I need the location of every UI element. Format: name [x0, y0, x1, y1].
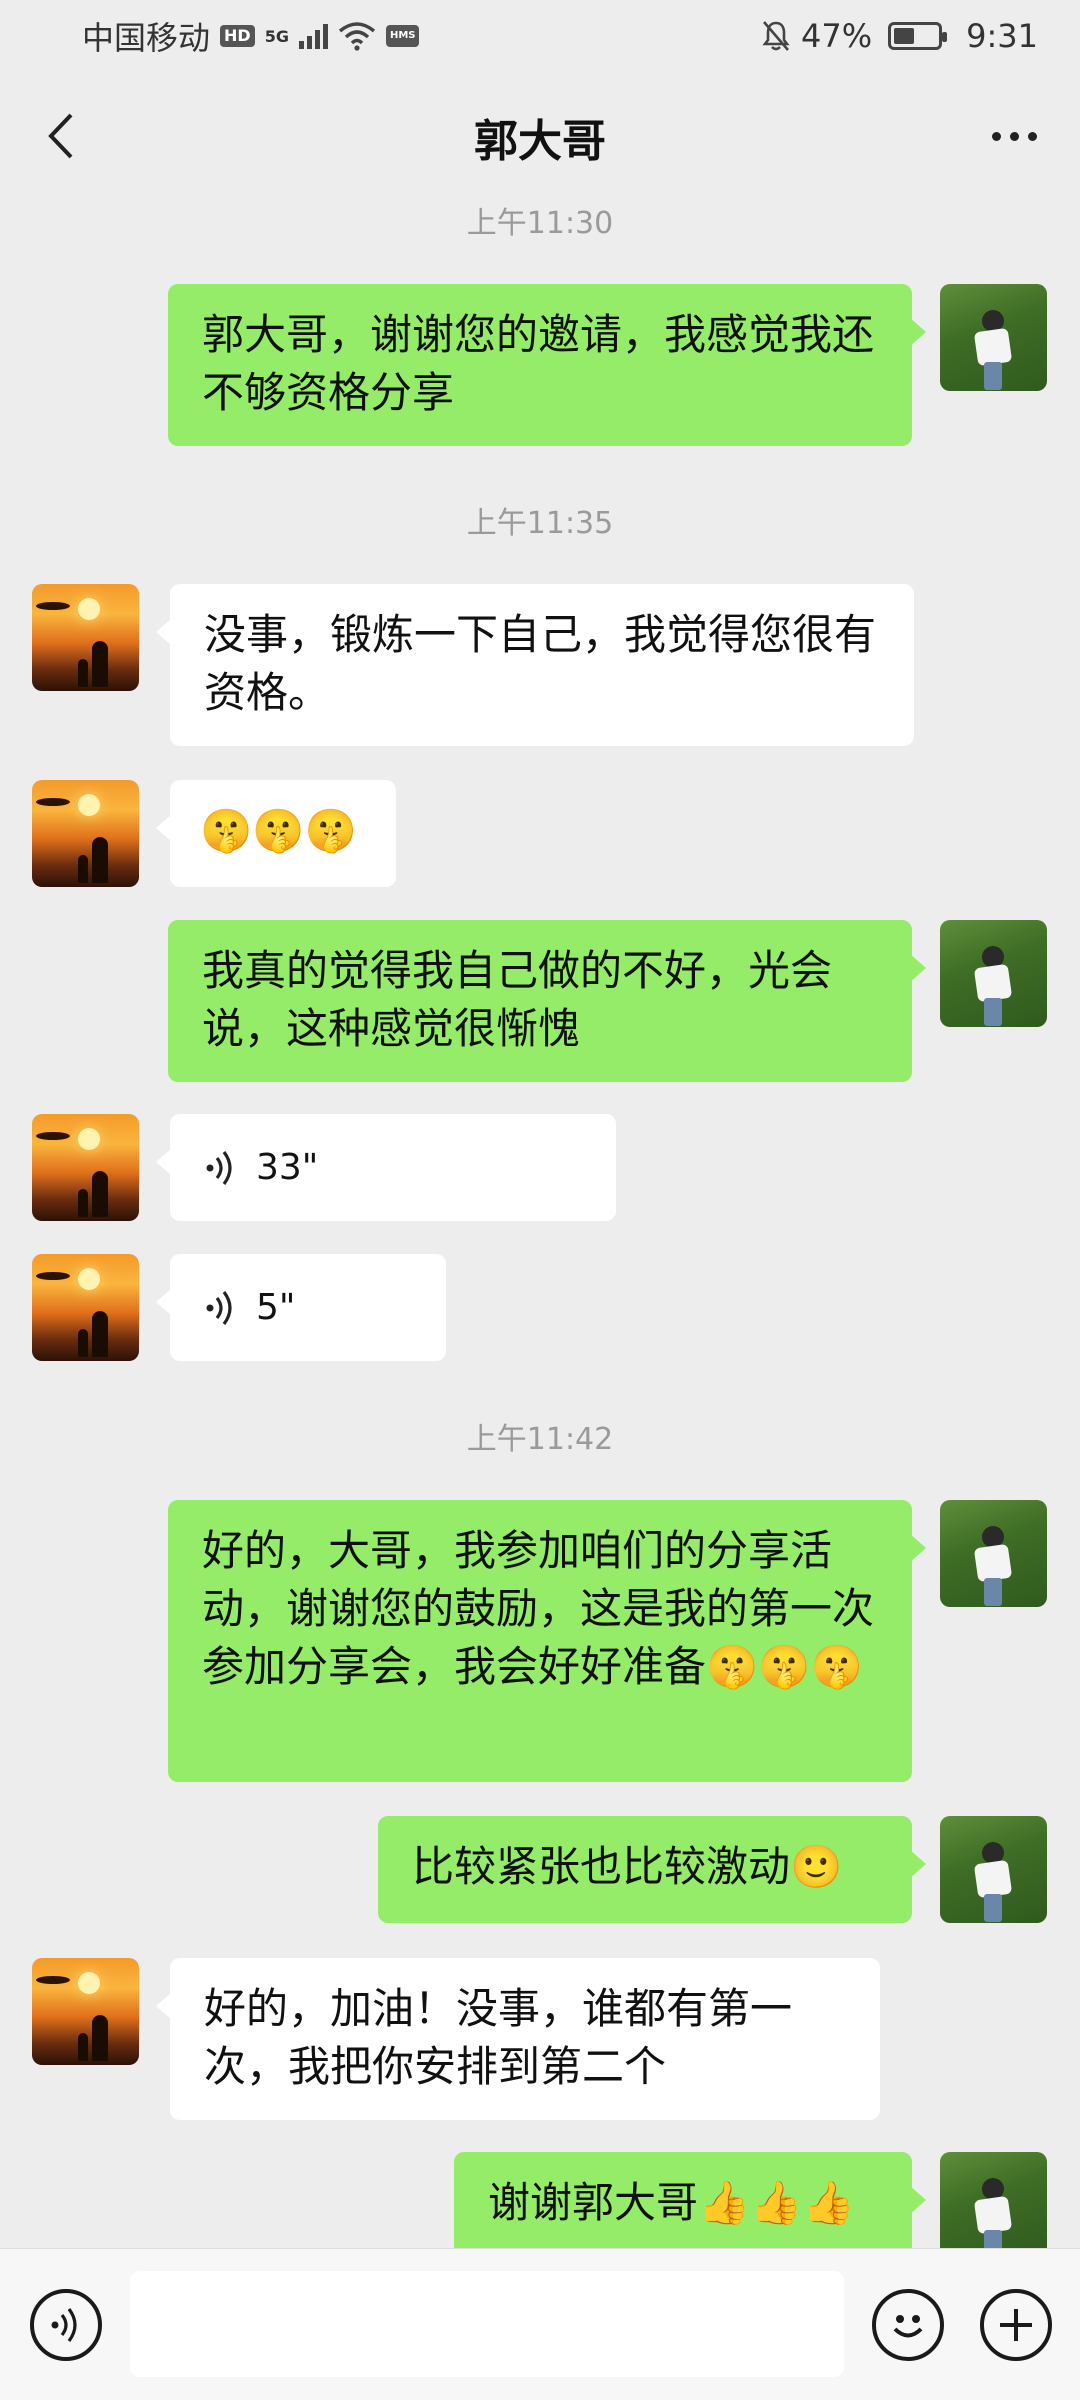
more-dot-icon	[1009, 131, 1019, 141]
more-functions-button[interactable]	[980, 2289, 1052, 2361]
voice-input-button[interactable]	[30, 2289, 102, 2361]
status-right: 47% 9:31	[761, 17, 1038, 55]
battery-icon	[888, 22, 948, 50]
hms-badge: HMS	[385, 25, 420, 47]
plus-icon	[1000, 2309, 1032, 2341]
chevron-left-icon	[48, 113, 73, 159]
status-left: 中国移动 HD 5G HMS	[82, 13, 420, 59]
voice-message[interactable]: 33"	[156, 1114, 616, 1221]
contact-avatar[interactable]	[32, 780, 139, 887]
contact-avatar[interactable]	[32, 1254, 139, 1361]
my-avatar[interactable]	[940, 920, 1047, 1027]
wifi-icon	[338, 22, 376, 51]
carrier-label: 中国移动	[82, 19, 211, 57]
timestamp: 上午11:30	[466, 206, 614, 241]
clock: 9:31	[966, 17, 1038, 55]
timestamp: 上午11:35	[466, 506, 614, 541]
voice-wave-icon	[51, 2308, 77, 2342]
back-button[interactable]	[30, 106, 90, 166]
contact-avatar[interactable]	[32, 1114, 139, 1221]
mute-bell-icon	[762, 21, 790, 51]
message-bubble-sent[interactable]: 谢谢郭大哥👍👍👍	[454, 2152, 926, 2248]
message-bubble-received[interactable]: 🤫🤫🤫	[156, 780, 396, 887]
more-options-button[interactable]	[974, 106, 1054, 166]
emoji-button[interactable]	[872, 2289, 944, 2361]
message-bubble-sent[interactable]: 比较紧张也比较激动🙂	[378, 1816, 926, 1923]
voice-duration: 33"	[256, 1146, 319, 1188]
chat-title: 郭大哥	[474, 116, 606, 167]
my-avatar[interactable]	[940, 284, 1047, 391]
message-input[interactable]	[130, 2271, 844, 2377]
input-bar	[0, 2248, 1080, 2400]
more-dot-icon	[991, 131, 1001, 141]
my-avatar[interactable]	[940, 1500, 1047, 1607]
message-bubble-received[interactable]: 没事，锻炼一下自己，我觉得您很有资格。	[156, 584, 914, 746]
smiley-icon	[893, 2315, 923, 2338]
hd-badge: HD	[220, 25, 255, 47]
my-avatar[interactable]	[940, 1816, 1047, 1923]
status-bar: 中国移动 HD 5G HMS 47% 9:31	[0, 0, 1080, 72]
voice-wave-icon	[206, 1290, 232, 1325]
voice-wave-icon	[206, 1150, 232, 1185]
signal-icon	[298, 23, 328, 49]
message-bubble-received[interactable]: 好的，加油！没事，谁都有第一次，我把你安排到第二个	[156, 1958, 880, 2120]
contact-avatar[interactable]	[32, 1958, 139, 2065]
message-bubble-sent[interactable]: 郭大哥，谢谢您的邀请，我感觉我还不够资格分享	[168, 284, 926, 446]
contact-avatar[interactable]	[32, 584, 139, 691]
my-avatar[interactable]	[940, 2152, 1047, 2248]
chat-area[interactable]: 上午11:30 郭大哥，谢谢您的邀请，我感觉我还不够资格分享 上午11:35 没…	[0, 202, 1080, 2248]
message-bubble-sent[interactable]: 我真的觉得我自己做的不好，光会说，这种感觉很惭愧	[168, 920, 926, 1082]
network-label: 5G	[264, 27, 289, 46]
chat-header: 郭大哥	[0, 72, 1080, 202]
battery-percent: 47%	[801, 17, 873, 55]
more-dot-icon	[1027, 131, 1037, 141]
timestamp: 上午11:42	[466, 1422, 614, 1457]
message-bubble-sent[interactable]: 好的，大哥，我参加咱们的分享活动，谢谢您的鼓励，这是我的第一次参加分享会，我会好…	[168, 1500, 926, 1782]
voice-message[interactable]: 5"	[156, 1254, 446, 1361]
voice-duration: 5"	[256, 1286, 296, 1328]
